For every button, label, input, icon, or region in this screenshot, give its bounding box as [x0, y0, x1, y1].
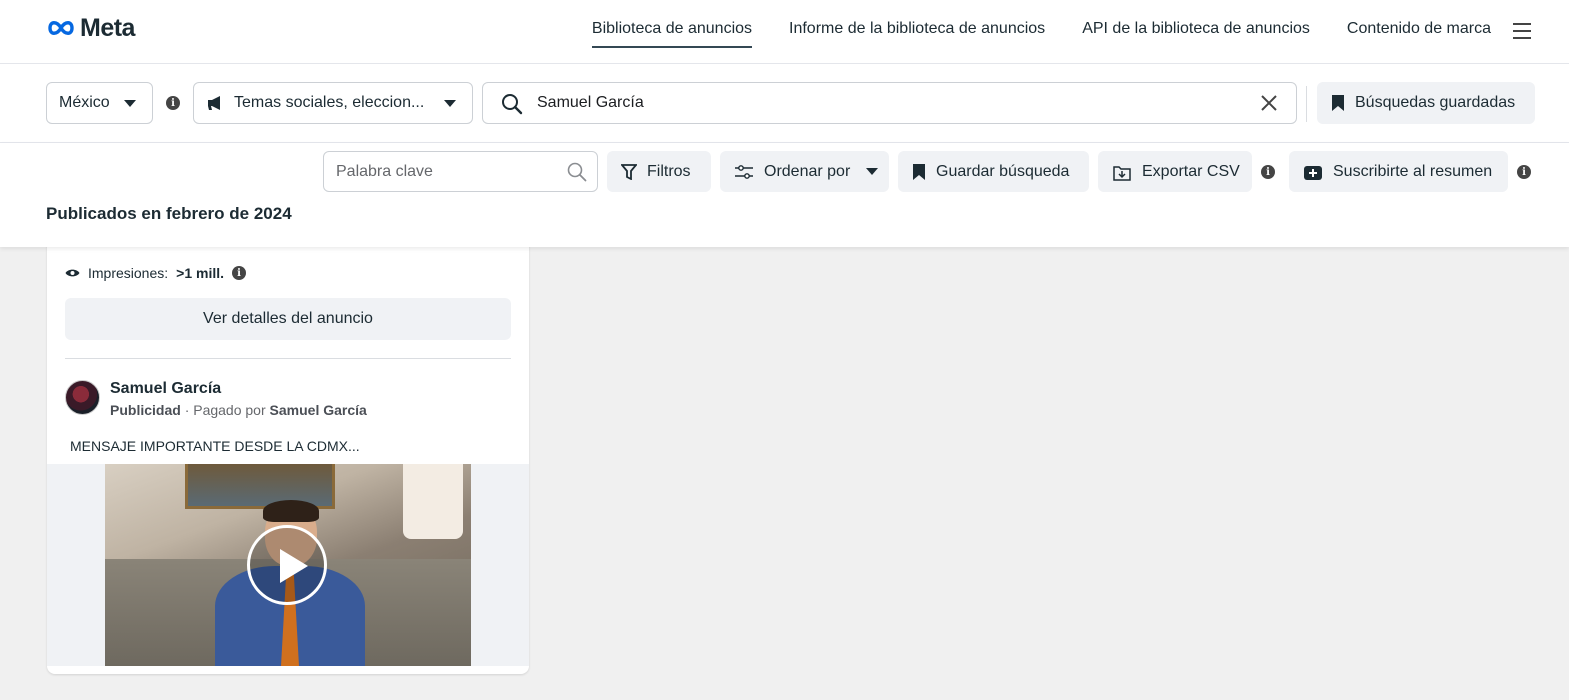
- menu-icon[interactable]: [1513, 23, 1531, 39]
- sliders-icon: [735, 164, 753, 179]
- nav-branded-content[interactable]: Contenido de marca: [1347, 20, 1491, 48]
- divider: [65, 358, 511, 359]
- bookmark-icon: [1332, 95, 1344, 111]
- meta-infinity-icon: [48, 21, 74, 35]
- advertiser-name[interactable]: Samuel García: [110, 380, 221, 398]
- background-lamp: [403, 464, 463, 539]
- paid-by-name: Samuel García: [269, 402, 367, 418]
- search-box[interactable]: [482, 82, 1297, 124]
- nav-ad-library-api[interactable]: API de la biblioteca de anuncios: [1082, 20, 1310, 48]
- search-input[interactable]: [537, 92, 1237, 114]
- meta-logo[interactable]: Meta: [46, 14, 135, 42]
- ad-category-select[interactable]: Temas sociales, eleccion...: [193, 82, 473, 124]
- top-nav: Meta Biblioteca de anuncios Informe de l…: [0, 0, 1569, 64]
- ad-category-value: Temas sociales, eleccion...: [234, 94, 425, 111]
- filter-bar: Filtros Ordenar por Guardar búsqueda Exp…: [0, 143, 1569, 247]
- subscribe-summary-label: Suscribirte al resumen: [1333, 162, 1493, 180]
- brand-name: Meta: [80, 13, 135, 42]
- ad-type-label: Publicidad: [110, 402, 181, 418]
- ad-media: [47, 464, 529, 666]
- filters-button[interactable]: Filtros: [607, 151, 711, 192]
- info-icon[interactable]: i: [1261, 165, 1275, 179]
- video-thumbnail[interactable]: [105, 464, 471, 666]
- save-search-button[interactable]: Guardar búsqueda: [898, 151, 1089, 192]
- saved-searches-button[interactable]: Búsquedas guardadas: [1317, 82, 1535, 124]
- subscribe-summary-button[interactable]: Suscribirte al resumen: [1289, 151, 1508, 192]
- bookmark-icon: [913, 163, 925, 180]
- results-section-title: Publicados en febrero de 2024: [46, 204, 292, 223]
- export-csv-button[interactable]: Exportar CSV: [1098, 151, 1252, 192]
- info-icon[interactable]: i: [1517, 165, 1531, 179]
- megaphone-icon: [208, 96, 220, 110]
- nav-links: Biblioteca de anuncios Informe de la bib…: [591, 20, 1491, 48]
- info-icon[interactable]: i: [166, 96, 180, 110]
- paid-by-prefix: · Pagado por: [184, 402, 266, 418]
- ad-card: Impresiones: >1 mill. i Ver detalles del…: [47, 230, 529, 674]
- sort-label: Ordenar por: [764, 162, 851, 180]
- eye-icon: [65, 269, 80, 277]
- see-ad-details-label: Ver detalles del anuncio: [203, 310, 373, 327]
- nav-ad-library-report[interactable]: Informe de la biblioteca de anuncios: [789, 20, 1045, 48]
- chevron-down-icon: [124, 100, 136, 107]
- country-value: México: [59, 94, 110, 111]
- keyword-box[interactable]: [323, 151, 598, 192]
- search-icon: [567, 162, 587, 182]
- inbox-plus-icon: [1304, 165, 1322, 180]
- sort-button[interactable]: Ordenar por: [720, 151, 889, 192]
- search-icon: [502, 94, 523, 115]
- background-painting: [185, 464, 335, 509]
- info-icon[interactable]: i: [232, 266, 247, 280]
- see-ad-details-button[interactable]: Ver detalles del anuncio: [65, 298, 511, 340]
- filter-icon: [621, 163, 637, 180]
- export-csv-label: Exportar CSV: [1142, 162, 1240, 180]
- nav-ad-library[interactable]: Biblioteca de anuncios: [591, 20, 753, 48]
- ad-body-text: MENSAJE IMPORTANTE DESDE LA CDMX...: [70, 438, 360, 454]
- avatar[interactable]: [65, 380, 100, 415]
- impressions-row: Impresiones: >1 mill. i: [65, 265, 247, 281]
- filters-label: Filtros: [647, 162, 691, 180]
- chevron-down-icon: [444, 100, 456, 107]
- play-icon[interactable]: [247, 525, 327, 605]
- search-bar: México i Temas sociales, eleccion... Bús…: [0, 64, 1569, 143]
- impressions-value: >1 mill.: [176, 265, 225, 281]
- country-select[interactable]: México: [46, 82, 153, 124]
- impressions-label: Impresiones:: [88, 265, 169, 281]
- divider: [1306, 86, 1307, 122]
- saved-searches-label: Búsquedas guardadas: [1355, 94, 1516, 111]
- close-icon[interactable]: [1260, 94, 1278, 112]
- save-search-label: Guardar búsqueda: [936, 162, 1070, 180]
- ad-meta-line: Publicidad · Pagado por Samuel García: [110, 402, 367, 418]
- chevron-down-icon: [866, 168, 879, 175]
- download-icon: [1113, 165, 1131, 181]
- keyword-input[interactable]: [336, 162, 556, 182]
